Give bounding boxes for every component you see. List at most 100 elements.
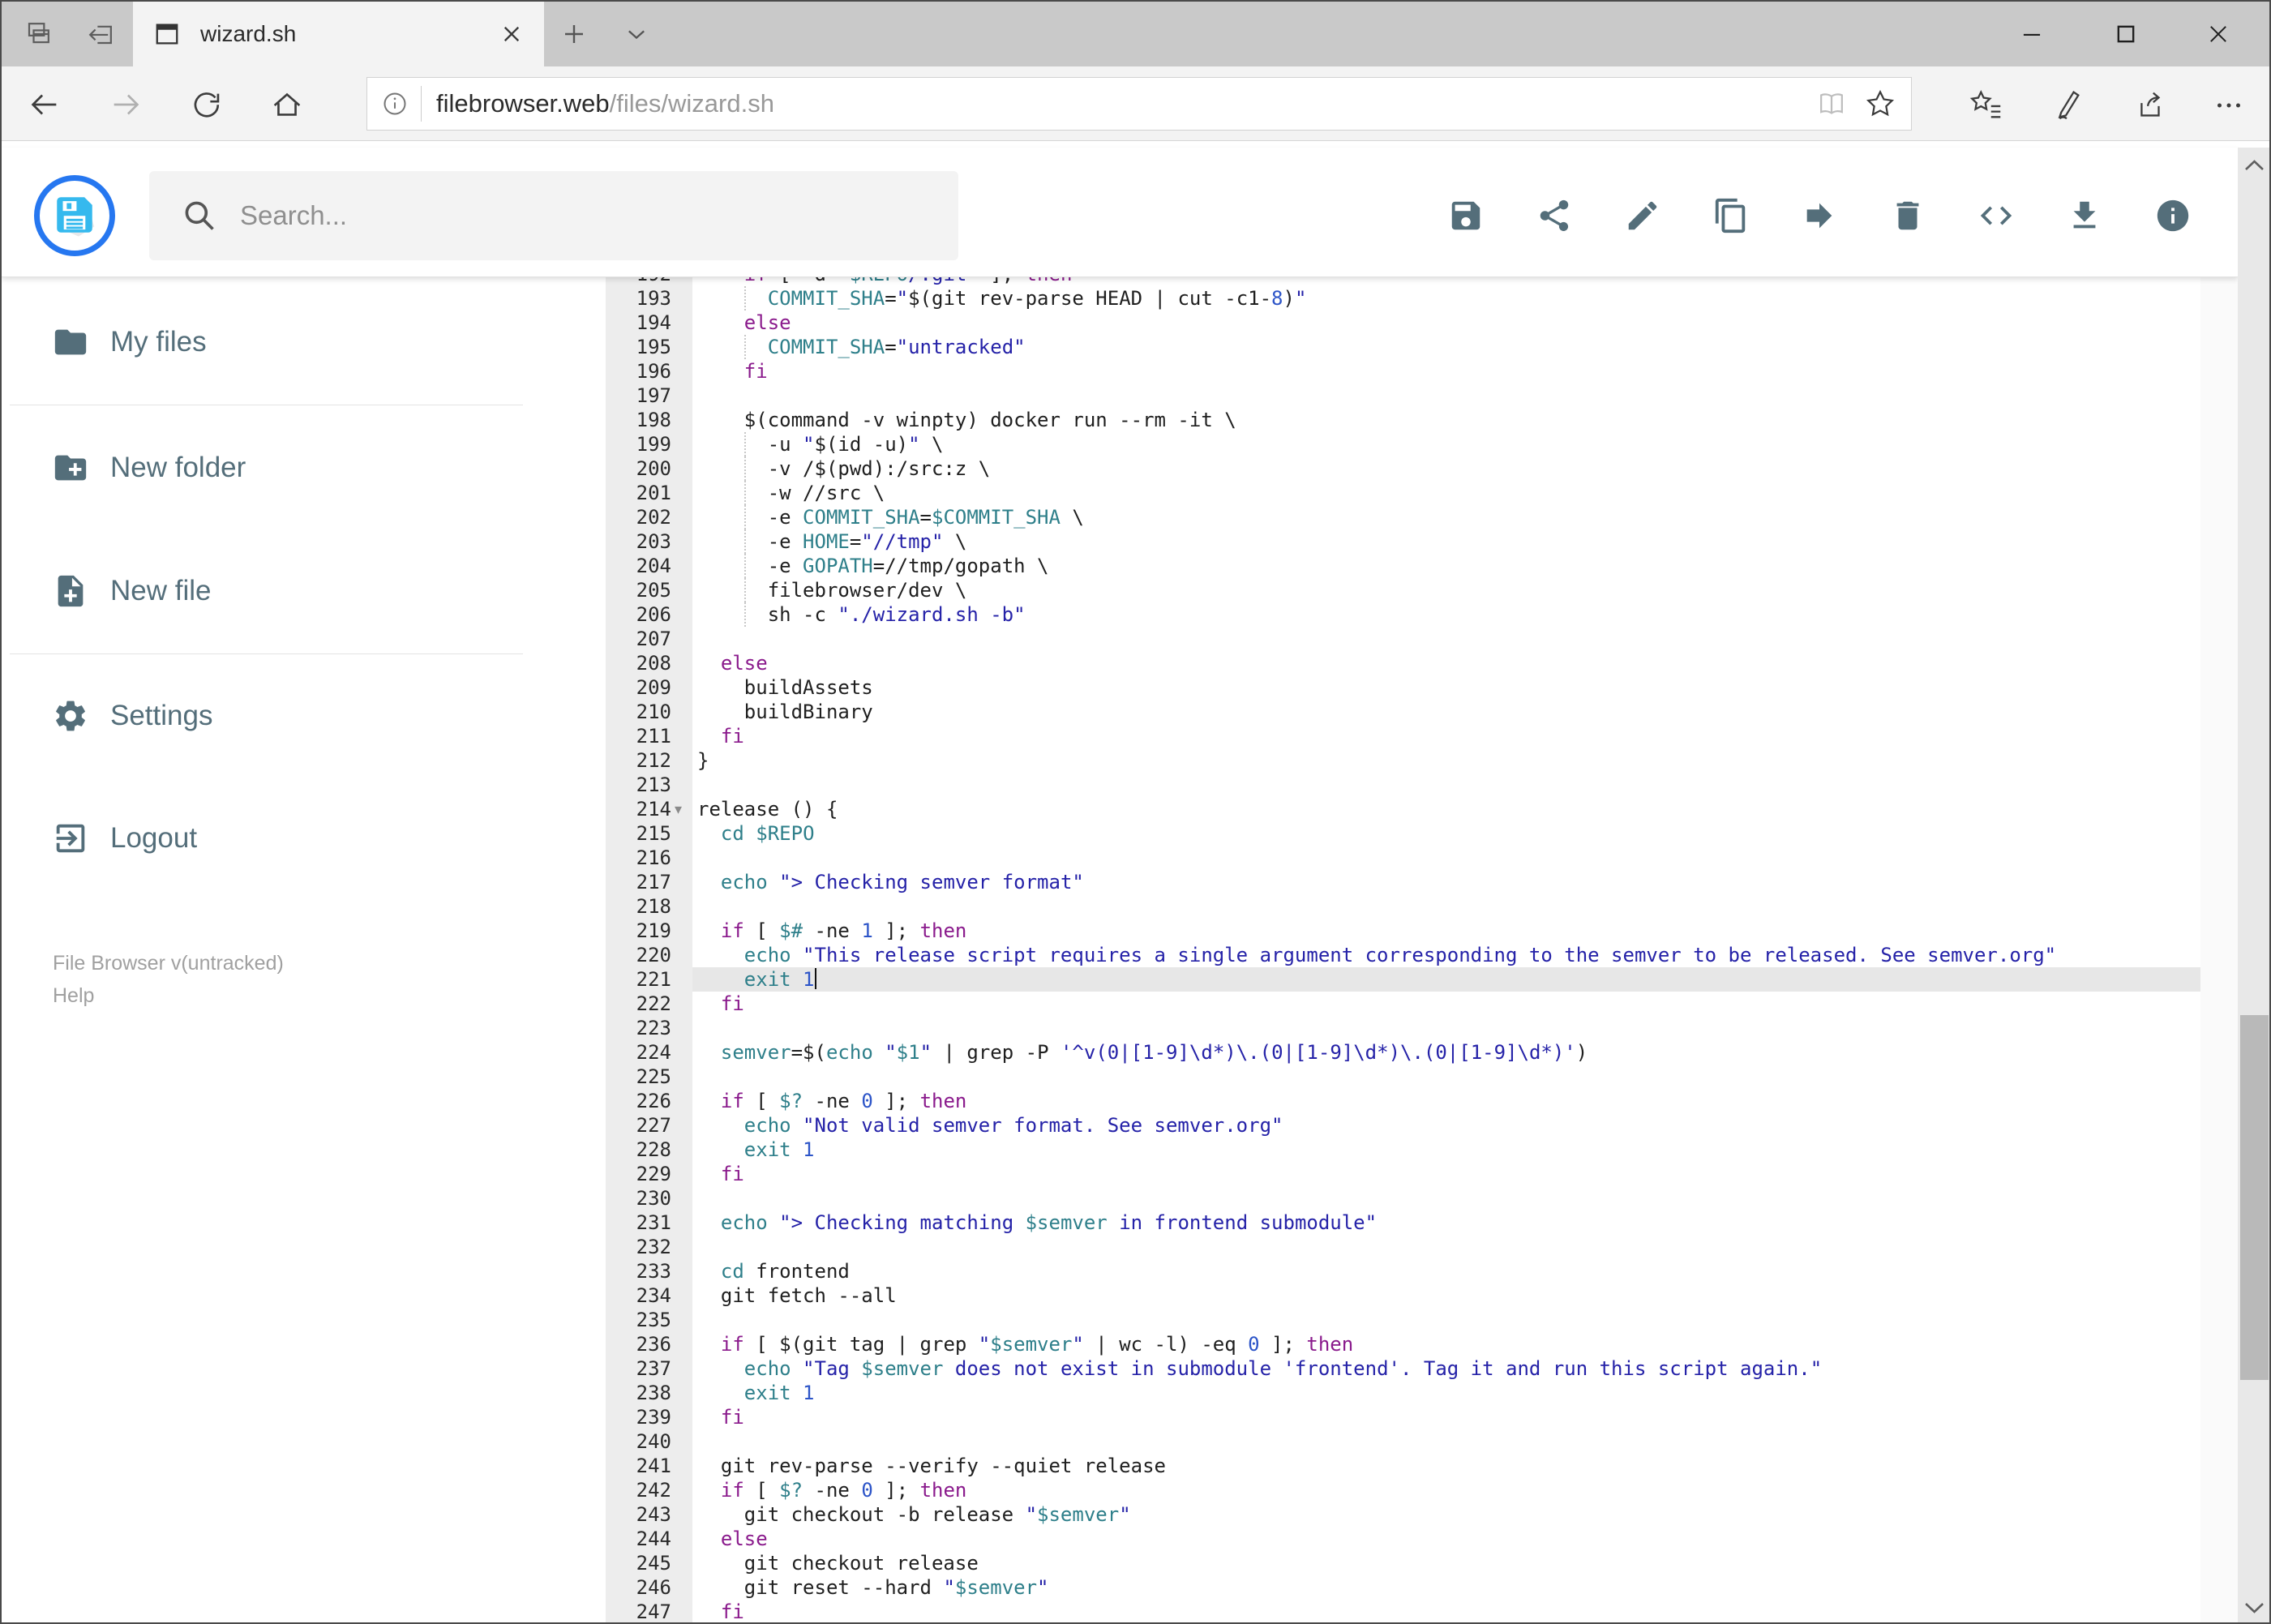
code-line[interactable] <box>692 1016 2200 1040</box>
code-line[interactable]: git checkout -b release "$semver" <box>692 1502 2200 1527</box>
code-line[interactable] <box>692 846 2200 870</box>
code-line[interactable]: cd frontend <box>692 1259 2200 1283</box>
code-line[interactable]: else <box>692 1527 2200 1551</box>
copy-button[interactable] <box>1712 197 1750 234</box>
code-line[interactable]: fi <box>692 992 2200 1016</box>
code-line[interactable]: release () { <box>692 797 2200 821</box>
minimize-button[interactable] <box>2014 16 2050 52</box>
code-line[interactable]: if [ $? -ne 0 ]; then <box>692 1478 2200 1502</box>
code-line[interactable]: filebrowser/dev \ <box>692 578 2200 602</box>
sidebar-item-my-files[interactable]: My files <box>2 316 537 368</box>
code-line[interactable] <box>692 384 2200 408</box>
code-line[interactable] <box>692 1429 2200 1454</box>
share-page-icon[interactable] <box>2131 86 2168 123</box>
code-line[interactable]: exit 1 <box>692 1381 2200 1405</box>
code-line[interactable]: echo "> Checking semver format" <box>692 870 2200 894</box>
code-line[interactable]: exit 1 <box>692 967 2200 992</box>
code-line[interactable] <box>692 773 2200 797</box>
help-link[interactable]: Help <box>53 984 94 1008</box>
save-button[interactable] <box>1447 197 1485 234</box>
code-line[interactable]: } <box>692 748 2200 773</box>
sidebar-item-new-folder[interactable]: New folder <box>2 442 537 494</box>
code-line[interactable]: git reset --hard "$semver" <box>692 1575 2200 1600</box>
code-line[interactable] <box>692 1235 2200 1259</box>
code-line[interactable] <box>692 1308 2200 1332</box>
tab-close-icon[interactable] <box>494 16 529 52</box>
code-line[interactable]: -u "$(id -u)" \ <box>692 432 2200 456</box>
code-line[interactable]: echo "> Checking matching $semver in fro… <box>692 1211 2200 1235</box>
scroll-up-icon[interactable] <box>2238 148 2269 183</box>
code-line[interactable] <box>692 627 2200 651</box>
code-line[interactable]: if [ $? -ne 0 ]; then <box>692 1089 2200 1113</box>
tab-list-chevron-icon[interactable] <box>619 16 654 52</box>
code-line[interactable]: buildAssets <box>692 675 2200 700</box>
home-button[interactable] <box>268 86 306 123</box>
code-line[interactable]: git fetch --all <box>692 1283 2200 1308</box>
share-button[interactable] <box>1536 197 1573 234</box>
rename-button[interactable] <box>1624 197 1661 234</box>
code-line[interactable]: git checkout release <box>692 1551 2200 1575</box>
search-input[interactable]: Search... <box>149 171 958 260</box>
code-line[interactable]: -e HOME="//tmp" \ <box>692 529 2200 554</box>
maximize-button[interactable] <box>2108 16 2144 52</box>
close-window-button[interactable] <box>2200 16 2236 52</box>
filebrowser-logo[interactable] <box>34 175 115 256</box>
code-line[interactable]: fi <box>692 359 2200 384</box>
hub-favorites-icon[interactable] <box>1968 86 2005 123</box>
code-line[interactable]: if [ $(git tag | grep "$semver" | wc -l)… <box>692 1332 2200 1356</box>
refresh-button[interactable] <box>187 86 225 123</box>
code-line[interactable]: else <box>692 651 2200 675</box>
page-scrollbar[interactable] <box>2238 148 2269 1622</box>
code-line[interactable]: fi <box>692 1405 2200 1429</box>
code-line[interactable]: sh -c "./wizard.sh -b" <box>692 602 2200 627</box>
code-line[interactable] <box>692 894 2200 919</box>
info-button[interactable] <box>2154 197 2192 234</box>
reading-view-icon[interactable] <box>1814 86 1849 122</box>
code-line[interactable]: echo "This release script requires a sin… <box>692 943 2200 967</box>
code-line[interactable]: fi <box>692 1600 2200 1622</box>
code-line[interactable]: -v /$(pwd):/src:z \ <box>692 456 2200 481</box>
sidebar-item-logout[interactable]: Logout <box>2 812 537 864</box>
code-line[interactable]: COMMIT_SHA="$(git rev-parse HEAD | cut -… <box>692 286 2200 311</box>
forward-button[interactable] <box>108 86 145 123</box>
code-line[interactable]: else <box>692 311 2200 335</box>
code-line[interactable] <box>692 1065 2200 1089</box>
browser-tab[interactable]: wizard.sh <box>133 2 544 66</box>
tab-preview-icon[interactable] <box>20 16 56 52</box>
code-line[interactable]: buildBinary <box>692 700 2200 724</box>
code-line[interactable]: -w //src \ <box>692 481 2200 505</box>
code-line[interactable]: echo "Tag $semver does not exist in subm… <box>692 1356 2200 1381</box>
code-line[interactable]: $(command -v winpty) docker run --rm -it… <box>692 408 2200 432</box>
site-info-icon[interactable] <box>379 88 411 120</box>
code-line[interactable]: if [ $# -ne 1 ]; then <box>692 919 2200 943</box>
code-line[interactable]: git rev-parse --verify --quiet release <box>692 1454 2200 1478</box>
web-note-pen-icon[interactable] <box>2047 86 2085 123</box>
code-line[interactable] <box>692 1186 2200 1211</box>
move-button[interactable] <box>1801 197 1838 234</box>
settings-more-icon[interactable] <box>2210 86 2247 123</box>
scroll-down-icon[interactable] <box>2238 1590 2269 1622</box>
code-line[interactable]: fi <box>692 724 2200 748</box>
editor-code[interactable]: if [ -d "$REPO/.git" ]; then COMMIT_SHA=… <box>692 277 2200 1622</box>
sidebar-item-new-file[interactable]: New file <box>2 565 537 617</box>
code-line[interactable]: -e COMMIT_SHA=$COMMIT_SHA \ <box>692 505 2200 529</box>
code-line[interactable]: cd $REPO <box>692 821 2200 846</box>
code-line[interactable]: if [ -d "$REPO/.git" ]; then <box>692 277 2200 286</box>
code-line[interactable]: echo "Not valid semver format. See semve… <box>692 1113 2200 1138</box>
new-tab-button[interactable] <box>556 16 592 52</box>
fold-arrow-icon[interactable]: ▾ <box>675 798 682 822</box>
code-line[interactable]: exit 1 <box>692 1138 2200 1162</box>
favorite-star-icon[interactable] <box>1862 86 1898 122</box>
code-line[interactable]: COMMIT_SHA="untracked" <box>692 335 2200 359</box>
scrollbar-thumb[interactable] <box>2240 1015 2269 1380</box>
sidebar-item-settings[interactable]: Settings <box>2 690 537 742</box>
address-bar[interactable]: filebrowser.web/files/wizard.sh <box>366 77 1912 131</box>
delete-button[interactable] <box>1889 197 1926 234</box>
code-line[interactable]: fi <box>692 1162 2200 1186</box>
code-line[interactable]: semver=$(echo "$1" | grep -P '^v(0|[1-9]… <box>692 1040 2200 1065</box>
code-line[interactable]: -e GOPATH=//tmp/gopath \ <box>692 554 2200 578</box>
download-button[interactable] <box>2066 197 2103 234</box>
back-button[interactable] <box>25 86 62 123</box>
set-tabs-aside-icon[interactable] <box>83 16 118 52</box>
raw-code-button[interactable] <box>1977 197 2015 234</box>
